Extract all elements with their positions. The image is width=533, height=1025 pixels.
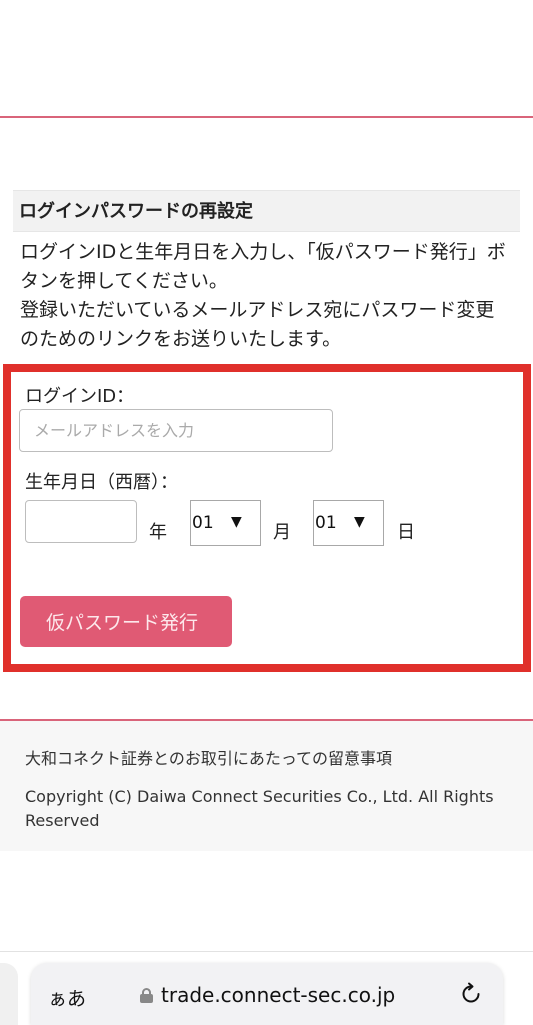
- footer: 大和コネクト証券とのお取引にあたっての留意事項 Copyright (C) Da…: [0, 721, 533, 851]
- instructions: ログインIDと生年月日を入力し、「仮パスワード発行」ボタンを押してください。 登…: [20, 238, 510, 354]
- text-size-button[interactable]: ぁあ: [48, 984, 86, 1011]
- instructions-line-1: ログインIDと生年月日を入力し、「仮パスワード発行」ボタンを押してください。: [20, 241, 506, 292]
- birth-day-select[interactable]: 01 ▼: [313, 500, 384, 546]
- birth-month-select[interactable]: 01 ▼: [190, 500, 261, 546]
- reset-form: ログインID： 生年月日（西暦）： 年 01 ▼ 月 01 ▼ 日 仮パスワード…: [3, 364, 531, 672]
- instructions-line-2: 登録いただいているメールアドレス宛にパスワード変更のためのリンクをお送りいたしま…: [20, 299, 495, 350]
- url-text[interactable]: trade.connect-sec.co.jp: [161, 983, 395, 1007]
- chevron-down-icon: ▼: [354, 514, 365, 530]
- copyright-text: Copyright (C) Daiwa Connect Securities C…: [25, 787, 494, 830]
- login-id-input[interactable]: [19, 409, 333, 452]
- chevron-down-icon: ▼: [231, 514, 242, 530]
- login-id-label: ログインID：: [25, 386, 135, 407]
- day-unit-label: 日: [397, 522, 415, 543]
- birthdate-label: 生年月日（西暦）：: [25, 472, 178, 493]
- previous-tab-edge[interactable]: [0, 963, 18, 1025]
- toolbar-divider: [0, 951, 533, 952]
- issue-temp-password-button[interactable]: 仮パスワード発行: [20, 596, 232, 647]
- birth-day-value: 01: [315, 513, 337, 533]
- birth-month-value: 01: [192, 513, 214, 533]
- header-divider: [0, 116, 533, 118]
- birth-year-input[interactable]: [25, 500, 137, 543]
- address-bar[interactable]: ぁあ trade.connect-sec.co.jp: [31, 963, 503, 1025]
- reload-icon[interactable]: [458, 981, 484, 1007]
- year-unit-label: 年: [149, 522, 167, 543]
- top-blank-area: [0, 0, 533, 117]
- trading-notice-link[interactable]: 大和コネクト証券とのお取引にあたっての留意事項: [25, 745, 392, 769]
- month-unit-label: 月: [273, 522, 291, 543]
- lock-icon: [140, 988, 153, 1003]
- page-title: ログインパスワードの再設定: [13, 190, 520, 232]
